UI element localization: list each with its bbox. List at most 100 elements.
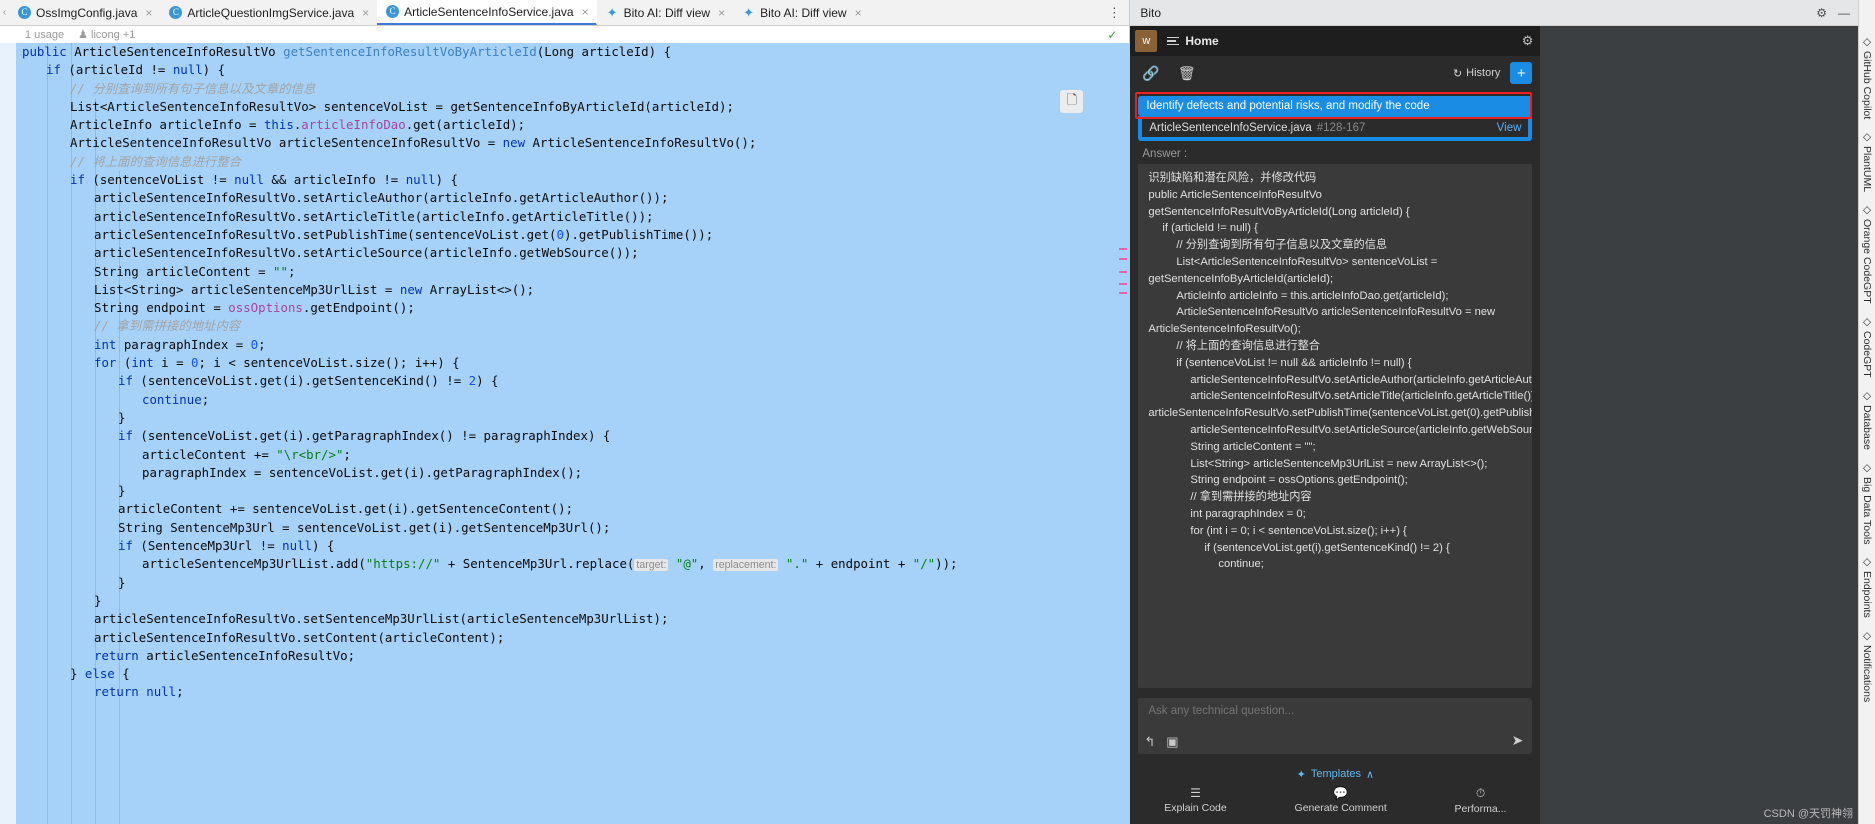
close-icon[interactable]: × (145, 6, 152, 20)
bito-chat-panel: w Home ⚙ 🔗 🗑 ↻ History + Identify defect… (1130, 26, 1541, 824)
history-button[interactable]: ↻ History (1453, 67, 1500, 80)
right-tool-rail: ◇ GitHub Copilot ◇ PlantUML ◇ Orange Cod… (1858, 0, 1875, 824)
close-icon[interactable]: × (855, 6, 862, 20)
inspection-ok-icon[interactable]: ✓ (1107, 28, 1117, 42)
bito-body: w Home ⚙ 🔗 🗑 ↻ History + Identify defect… (1130, 26, 1858, 824)
code-line: String articleContent = ""; (0, 263, 1129, 281)
answer-toolbar: ↻ 🗋 🔗 (1474, 164, 1527, 167)
share-icon[interactable]: 🔗 (1511, 164, 1526, 167)
tab-bito-diff-view-2[interactable]: ✦ Bito AI: Diff view × (733, 0, 870, 25)
quick-action-performance[interactable]: ⏱ Performa... (1455, 786, 1507, 815)
gear-icon[interactable]: ⚙ (1522, 33, 1534, 49)
code-line: articleSentenceInfoResultVo.setContent(a… (0, 629, 1129, 647)
attach-code-icon[interactable]: ▣ (1166, 734, 1178, 750)
undo-icon[interactable]: ↰ (1144, 734, 1155, 750)
answer-code-line: // 将上面的查询信息进行整合 (1176, 339, 1320, 352)
big-data-tools-icon: ◇ (1860, 461, 1873, 474)
share-icon[interactable]: 🔗 (1142, 65, 1159, 82)
sparkle-icon: ✦ (1296, 768, 1306, 781)
quick-action-explain-code[interactable]: ☰ Explain Code (1164, 786, 1226, 814)
copilot-icon: ◇ (1860, 36, 1873, 48)
rail-item-notifications[interactable]: ◇ Notifications (1861, 624, 1873, 708)
code-line-text: articleSentenceMp3UrlList.add("https://"… (142, 556, 958, 572)
view-link[interactable]: View (1497, 122, 1522, 134)
minimize-icon[interactable]: — (1838, 6, 1850, 20)
performance-icon: ⏱ (1475, 786, 1486, 800)
ide-window: ‹ C OssImgConfig.java × C ArticleQuestio… (0, 0, 1875, 824)
rail-item-big-data-tools[interactable]: ◇ Big Data Tools (1861, 456, 1873, 551)
home-button[interactable]: Home (1167, 34, 1219, 48)
tab-ossimgconfig[interactable]: C OssImgConfig.java × (9, 0, 160, 25)
bito-sparkle-icon: ✦ (606, 5, 618, 20)
close-icon[interactable]: × (582, 5, 589, 19)
code-line-text: String articleContent = ""; (94, 263, 296, 279)
code-line-text: } else { (70, 666, 130, 682)
rail-item-orange-codegpt[interactable]: ◇ Orange CodeGPT (1861, 198, 1873, 310)
answer-code-line: articleSentenceInfoResultVo.setArticleSo… (1190, 423, 1533, 436)
code-line-text: if (sentenceVoList.get(i).getSentenceKin… (118, 373, 499, 389)
code-line-text: List<String> articleSentenceMp3UrlList =… (94, 281, 535, 297)
code-line: String endpoint = ossOptions.getEndpoint… (0, 299, 1129, 317)
rail-item-github-copilot[interactable]: ◇ GitHub Copilot (1861, 30, 1873, 125)
tab-bito-diff-view-1[interactable]: ✦ Bito AI: Diff view × (597, 0, 734, 25)
rail-item-codegpt[interactable]: ◇ CodeGPT (1861, 310, 1873, 384)
copy-icon[interactable]: 🗋 (1060, 90, 1084, 113)
tab-overflow-menu-icon[interactable]: ⋮ (1105, 0, 1123, 26)
answer-code-line: 识别缺陷和潜在风险，并修改代码 (1148, 172, 1317, 184)
answer-code-line: continue; (1218, 558, 1264, 571)
code-line: return articleSentenceInfoResultVo; (0, 647, 1129, 665)
code-line: articleContent += "\r<br/>"; (0, 446, 1129, 464)
answer-code-line: ArticleSentenceInfoResultVo articleSente… (1176, 306, 1496, 319)
history-icon: ↻ (1452, 67, 1463, 80)
code-line-text: paragraphIndex = sentenceVoList.get(i).g… (142, 464, 583, 480)
bito-header: w Home ⚙ (1130, 26, 1541, 56)
send-icon[interactable]: ➤ (1512, 732, 1524, 749)
answer-code-line: articleSentenceInfoResultVo.setArticleTi… (1190, 390, 1533, 403)
quick-action-generate-comment[interactable]: 💬 Generate Comment (1295, 786, 1387, 814)
answer-code-line: articleSentenceInfoResultVo.setArticleAu… (1190, 373, 1533, 386)
rail-item-database[interactable]: ◇ Database (1861, 384, 1873, 456)
copy-icon[interactable]: 🗋 (1493, 164, 1503, 167)
code-line-text: if (articleId != null) { (46, 62, 226, 78)
tab-label: Bito AI: Diff view (623, 5, 711, 20)
code-author[interactable]: ♟ licong +1 (78, 28, 135, 42)
bito-action-right: ↻ History + (1453, 62, 1533, 84)
code-line-text: } (118, 574, 126, 590)
code-line-text: for (int i = 0; i < sentenceVoList.size(… (94, 355, 460, 371)
question-text: Identify defects and potential risks, an… (1138, 96, 1533, 116)
editor-marker-strip[interactable] (1117, 43, 1130, 824)
database-icon: ◇ (1860, 389, 1873, 402)
usage-count[interactable]: 1 usage (25, 29, 64, 41)
templates-label: Templates (1310, 768, 1362, 780)
question-block: Identify defects and potential risks, an… (1135, 92, 1533, 119)
new-chat-button[interactable]: + (1510, 62, 1533, 84)
tab-label: ArticleQuestionImgService.java (187, 5, 355, 20)
tab-scroll-left-icon[interactable]: ‹ (0, 0, 9, 25)
chevron-up-icon: ∧ (1366, 768, 1375, 781)
code-line-text: if (SentenceMp3Url != null) { (118, 538, 335, 554)
code-line: } (0, 409, 1129, 427)
gear-icon[interactable]: ⚙ (1816, 6, 1827, 20)
workspace-avatar[interactable]: w (1135, 30, 1158, 52)
code-line: articleContent += sentenceVoList.get(i).… (0, 500, 1129, 518)
rail-item-endpoints[interactable]: ◇ Endpoints (1861, 550, 1873, 624)
tab-articlequestionimgservice[interactable]: C ArticleQuestionImgService.java × (160, 0, 377, 25)
code-line: public ArticleSentenceInfoResultVo getSe… (0, 43, 1129, 61)
trash-icon[interactable]: 🗑 (1178, 65, 1196, 82)
bito-quick-actions: ☰ Explain Code 💬 Generate Comment ⏱ Perf… (1130, 784, 1540, 824)
code-line-text: String endpoint = ossOptions.getEndpoint… (94, 300, 415, 316)
answer-code-block[interactable]: ↻ 🗋 🔗 识别缺陷和潜在风险，并修改代码 public ArticleSente… (1138, 164, 1533, 688)
question-file-inner[interactable]: ArticleSentenceInfoService.java #128-167… (1142, 119, 1529, 137)
code-line-text: } (94, 592, 102, 608)
comment-icon: 💬 (1333, 786, 1349, 800)
close-icon[interactable]: × (362, 6, 369, 20)
rail-item-plantuml[interactable]: ◇ PlantUML (1861, 125, 1873, 198)
tab-articlesentenceinfoservice[interactable]: C ArticleSentenceInfoService.java × (377, 0, 597, 25)
refresh-icon[interactable]: ↻ (1474, 164, 1484, 167)
templates-toggle[interactable]: ✦ Templates ∧ (1130, 764, 1540, 784)
code-line: if (sentenceVoList.get(i).getSentenceKin… (0, 372, 1129, 390)
code-editor[interactable]: public ArticleSentenceInfoResultVo getSe… (0, 43, 1130, 824)
tab-label: ArticleSentenceInfoService.java (404, 4, 574, 19)
close-icon[interactable]: × (718, 6, 725, 20)
ask-input[interactable] (1138, 698, 1533, 724)
